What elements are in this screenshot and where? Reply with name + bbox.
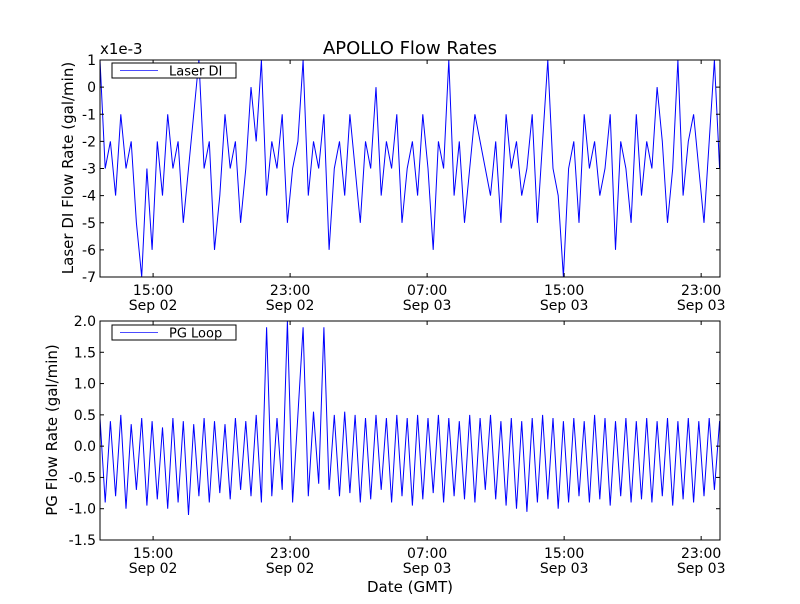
x-tick-time-label: 15:00 [544,546,584,562]
x-tick-time-label: 15:00 [133,546,173,562]
y-tick-label: -5 [82,216,96,232]
x-tick-date-label: Sep 02 [266,298,315,314]
x-tick-time-label: 23:00 [270,546,310,562]
y-tick-label: 0.5 [74,408,96,424]
x-tick-date-label: Sep 03 [540,298,589,314]
y-tick-label: 1.0 [74,377,96,393]
y-tick-label: 1 [87,53,96,69]
y-tick-label: -0.5 [69,470,96,486]
y-tick-label: 2.0 [74,314,96,330]
x-tick-time-label: 07:00 [407,283,447,299]
x-tick-date-label: Sep 02 [129,298,178,314]
figure: APOLLO Flow Rates x1e-3 1 0 -1 -2 -3 -4 -5 -6 -7… [0,0,800,600]
chart-title: APOLLO Flow Rates [323,38,497,59]
x-tick-time-label: 23:00 [270,283,310,299]
y-tick-label: -1.5 [69,533,96,549]
y-tick-label: -7 [82,270,96,286]
y-tick-label: 0.0 [74,439,96,455]
y-tick-label: -3 [82,162,96,178]
x-tick-date-label: Sep 03 [540,561,589,577]
y-tick-label: -1 [82,107,96,123]
x-axis-label: Date (GMT) [367,578,453,596]
top-y-axis-label: Laser DI Flow Rate (gal/min) [59,62,77,274]
y-tick-label: -1.0 [69,502,96,518]
x-tick-time-label: 15:00 [544,283,584,299]
y-tick-label: 0 [87,80,96,96]
x-tick-date-label: Sep 03 [403,298,452,314]
x-tick-time-label: 23:00 [681,546,721,562]
x-tick-time-label: 07:00 [407,546,447,562]
y-tick-label: 1.5 [74,345,96,361]
x-tick-time-label: 15:00 [133,283,173,299]
y-tick-label: -2 [82,134,96,150]
x-tick-date-label: Sep 02 [266,561,315,577]
x-tick-time-label: 23:00 [681,283,721,299]
x-tick-date-label: Sep 03 [677,298,726,314]
bottom-y-axis-label: PG Flow Rate (gal/min) [43,344,61,516]
legend-label: PG Loop [169,327,222,342]
y-tick-label: -6 [82,243,96,259]
x-tick-date-label: Sep 03 [677,561,726,577]
scale-label: x1e-3 [100,40,143,58]
legend-label: Laser DI [169,65,222,80]
x-tick-date-label: Sep 03 [403,561,452,577]
y-tick-label: -4 [82,189,96,205]
x-tick-date-label: Sep 02 [129,561,178,577]
